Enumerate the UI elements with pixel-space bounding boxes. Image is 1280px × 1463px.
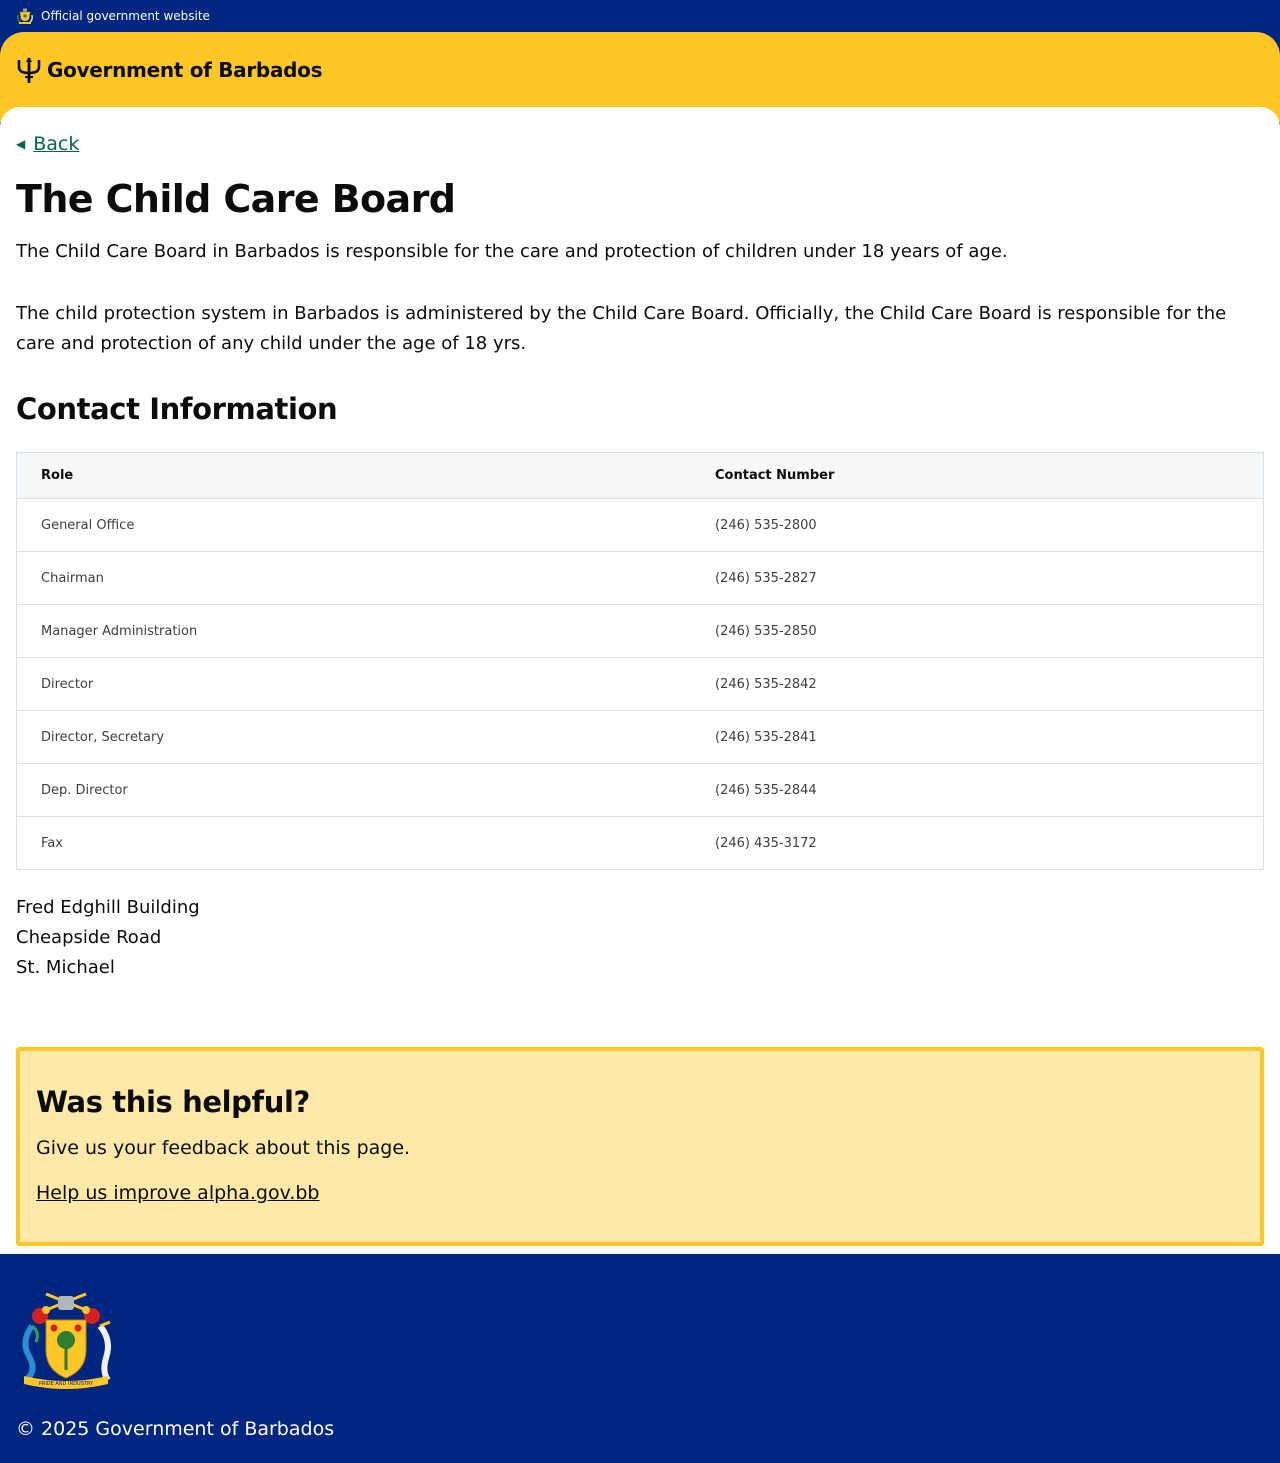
role-cell: Dep. Director — [41, 782, 128, 798]
table-row: Manager Administration (246) 535-2850 — [17, 604, 1263, 657]
arrow-left-icon: ◀ — [16, 137, 26, 151]
role-cell: Director, Secretary — [41, 729, 165, 745]
column-header-role: Role — [41, 468, 74, 483]
feedback-text: Give us your feedback about this page. — [36, 1137, 411, 1159]
feedback-panel: Was this helpful? Give us your feedback … — [16, 1047, 1264, 1246]
address-line: Fred Edghill Building — [16, 897, 200, 918]
barbados-coat-of-arms-icon: PRIDE AND INDUSTRY — [22, 1292, 111, 1389]
postal-address: Fred Edghill Building Cheapside Road St.… — [16, 893, 200, 983]
phone-cell: (246) 535-2850 — [715, 623, 817, 639]
phone-cell: (246) 535-2800 — [715, 517, 817, 533]
table-row: Dep. Director (246) 535-2844 — [17, 763, 1263, 816]
motto-text: PRIDE AND INDUSTRY — [39, 1381, 94, 1387]
address-line: St. Michael — [16, 957, 115, 978]
phone-cell: (246) 535-2844 — [715, 782, 817, 798]
table-row: Fax (246) 435-3172 — [17, 816, 1263, 869]
table-row: Chairman (246) 535-2827 — [17, 551, 1263, 604]
table-row: Director (246) 535-2842 — [17, 657, 1263, 710]
role-cell: Manager Administration — [41, 623, 198, 639]
feedback-heading: Was this helpful? — [36, 1085, 310, 1119]
table-header-row: Role Contact Number — [17, 453, 1263, 498]
role-cell: Fax — [41, 835, 63, 851]
main-content: ◀ Back The Child Care Board The Child Ca… — [0, 107, 1280, 1254]
trident-icon — [17, 57, 41, 83]
phone-cell: (246) 535-2842 — [715, 676, 817, 692]
contact-table: Role Contact Number General Office (246)… — [16, 452, 1264, 870]
column-header-contact-number: Contact Number — [715, 468, 835, 483]
role-cell: Director — [41, 676, 94, 692]
barbados-crest-icon — [17, 8, 33, 24]
page-title: The Child Care Board — [16, 177, 456, 221]
phone-cell: (246) 535-2827 — [715, 570, 817, 586]
intro-paragraph: The Child Care Board in Barbados is resp… — [16, 241, 1008, 262]
role-cell: Chairman — [41, 570, 104, 586]
phone-cell: (246) 535-2841 — [715, 729, 817, 745]
site-brand-link[interactable]: Government of Barbados — [47, 56, 323, 84]
detail-paragraph: The child protection system in Barbados … — [16, 303, 1227, 354]
copyright-text: © 2025 Government of Barbados — [16, 1418, 335, 1440]
back-link[interactable]: ◀ Back — [16, 133, 79, 155]
role-cell: General Office — [41, 517, 135, 533]
table-row: Director, Secretary (246) 535-2841 — [17, 710, 1263, 763]
official-site-text: Official government website — [41, 9, 210, 23]
contact-heading: Contact Information — [16, 392, 338, 426]
phone-cell: (246) 435-3172 — [715, 835, 817, 851]
back-link-label: Back — [33, 133, 80, 155]
site-footer: PRIDE AND INDUSTRY © 2025 Government of … — [0, 1254, 1280, 1463]
official-banner: Official government website — [0, 0, 1280, 32]
feedback-link[interactable]: Help us improve alpha.gov.bb — [36, 1179, 320, 1207]
table-row: General Office (246) 535-2800 — [17, 498, 1263, 551]
address-line: Cheapside Road — [16, 927, 162, 948]
